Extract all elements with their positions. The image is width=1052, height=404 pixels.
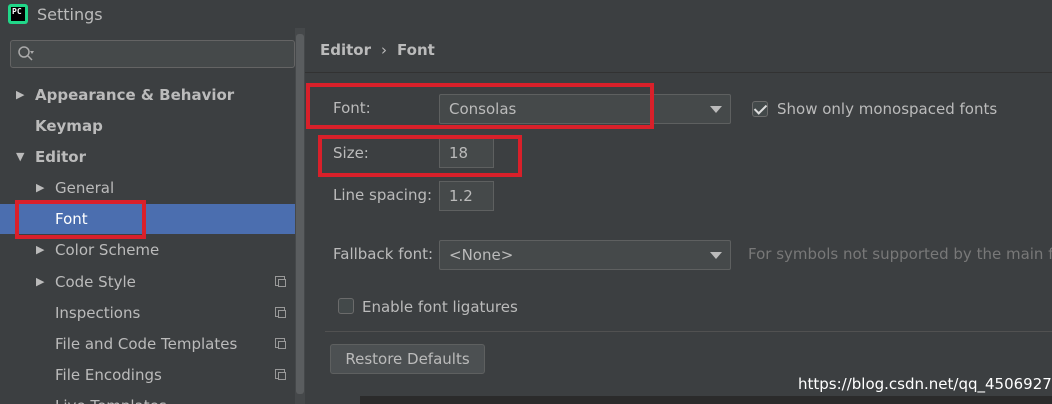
monospaced-only-checkbox[interactable] <box>752 101 768 117</box>
project-scope-icon <box>275 276 286 287</box>
tree-item-label: Color Scheme <box>55 241 160 259</box>
tree-item-inspections[interactable]: Inspections <box>0 298 295 328</box>
watermark-text: https://blog.csdn.net/qq_45069279 <box>798 375 1052 393</box>
collapse-arrow-icon[interactable]: ▼ <box>16 142 24 172</box>
tree-item-label: Keymap <box>35 117 103 135</box>
expand-arrow-icon[interactable]: ▶ <box>36 267 44 297</box>
breadcrumb-font: Font <box>397 41 435 59</box>
breadcrumb: Editor › Font <box>305 28 1052 73</box>
project-scope-icon <box>275 369 286 380</box>
settings-content: Editor › Font Font: Consolas Show only mon… <box>305 0 1052 404</box>
search-input[interactable] <box>10 40 295 68</box>
page-title: Editor › Font <box>320 41 435 59</box>
app-icon-text: PC <box>11 7 25 21</box>
fallback-font-value: <None> <box>449 246 514 264</box>
highlight-box-size-row <box>318 135 522 177</box>
expand-arrow-icon[interactable]: ▶ <box>16 80 24 110</box>
tree-item-label: Inspections <box>55 304 141 322</box>
pycharm-logo-icon: PC <box>8 4 28 24</box>
monospaced-only-label[interactable]: Show only monospaced fonts <box>777 100 997 118</box>
line-spacing-input[interactable]: 1.2 <box>439 181 494 211</box>
tree-item-appearance-behavior[interactable]: ▶ Appearance & Behavior <box>0 80 295 110</box>
tree-item-live-templates[interactable]: Live Templates <box>0 391 295 404</box>
restore-defaults-button[interactable]: Restore Defaults <box>330 344 485 374</box>
tree-item-general[interactable]: ▶ General <box>0 173 295 203</box>
highlight-box-font-item <box>15 200 146 239</box>
font-ligatures-label[interactable]: Enable font ligatures <box>362 298 518 316</box>
chevron-down-icon <box>710 252 722 259</box>
tree-item-label: General <box>55 179 115 197</box>
tree-item-file-code-templates[interactable]: File and Code Templates <box>0 329 295 359</box>
tree-item-keymap[interactable]: Keymap <box>0 111 295 141</box>
window-title: Settings <box>37 5 103 24</box>
highlight-box-font-row <box>306 83 654 129</box>
tree-item-file-encodings[interactable]: File Encodings <box>0 360 295 390</box>
search-icon <box>18 46 34 61</box>
tree-item-label: Code Style <box>55 273 136 291</box>
tree-item-label: File Encodings <box>55 366 162 384</box>
scrollbar-thumb[interactable] <box>296 34 304 394</box>
fallback-font-dropdown[interactable]: <None> <box>439 240 731 270</box>
chevron-down-icon <box>710 106 722 113</box>
tree-item-label: Live Templates <box>55 391 167 404</box>
tree-item-code-style[interactable]: ▶ Code Style <box>0 267 295 297</box>
expand-arrow-icon[interactable]: ▶ <box>36 235 44 265</box>
bottom-strip <box>360 396 1052 404</box>
font-ligatures-checkbox[interactable] <box>338 298 354 314</box>
fallback-font-label: Fallback font: <box>333 245 434 263</box>
project-scope-icon <box>275 307 286 318</box>
project-scope-icon <box>275 338 286 349</box>
breadcrumb-separator: › <box>381 41 387 59</box>
tree-item-label: Appearance & Behavior <box>35 86 235 104</box>
tree-item-color-scheme[interactable]: ▶ Color Scheme <box>0 235 295 265</box>
line-spacing-input-value: 1.2 <box>449 187 473 205</box>
breadcrumb-editor[interactable]: Editor <box>320 41 371 59</box>
divider <box>325 331 1052 332</box>
sidebar-scrollbar[interactable] <box>295 28 305 404</box>
expand-arrow-icon[interactable]: ▶ <box>36 173 44 203</box>
tree-item-editor[interactable]: ▼ Editor <box>0 142 295 172</box>
line-spacing-label: Line spacing: <box>333 186 433 204</box>
fallback-font-hint: For symbols not supported by the main fo… <box>748 245 1052 263</box>
tree-item-label: Editor <box>35 148 86 166</box>
tree-item-label: File and Code Templates <box>55 335 238 353</box>
